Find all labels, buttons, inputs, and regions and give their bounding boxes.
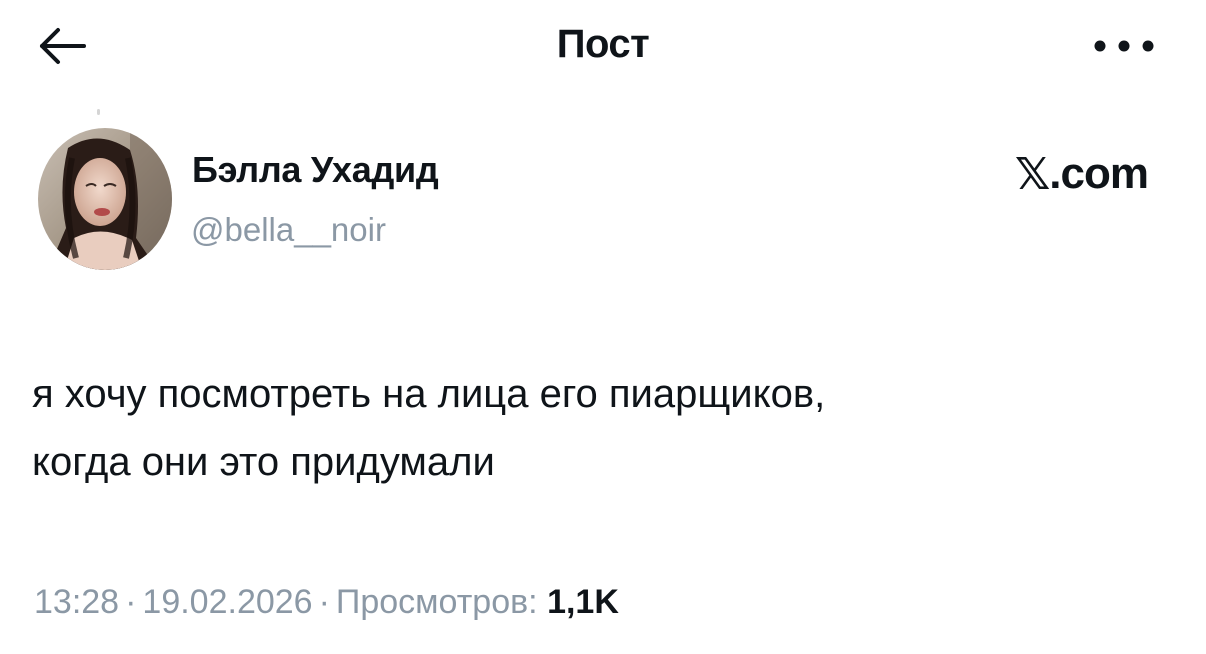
post-time[interactable]: 13:28 <box>34 583 119 621</box>
more-button[interactable] <box>1088 26 1160 66</box>
views-count[interactable]: 1,1K <box>547 583 619 621</box>
post-meta: 13:28 · 19.02.2026 · Просмотров: 1,1K <box>34 578 619 626</box>
meta-separator: · <box>125 583 137 621</box>
post-date[interactable]: 19.02.2026 <box>142 583 312 621</box>
author-handle[interactable]: @bella__noir <box>191 208 386 252</box>
x-logo-icon: 𝕏 <box>1014 149 1050 199</box>
brand-watermark: 𝕏 .com <box>960 144 1149 204</box>
page-title: Пост <box>556 22 650 66</box>
avatar-photo <box>38 128 172 270</box>
views-label: Просмотров: <box>335 583 538 621</box>
avatar[interactable] <box>38 128 172 270</box>
post-text: я хочу посмотреть на лица его пиарщиков,… <box>32 372 826 484</box>
more-dots-icon <box>1094 40 1154 52</box>
brand-suffix: .com <box>1049 149 1149 198</box>
meta-separator: · <box>318 583 330 621</box>
decorative-dot <box>97 109 100 115</box>
author-name[interactable]: Бэлла Ухадид <box>192 148 439 192</box>
